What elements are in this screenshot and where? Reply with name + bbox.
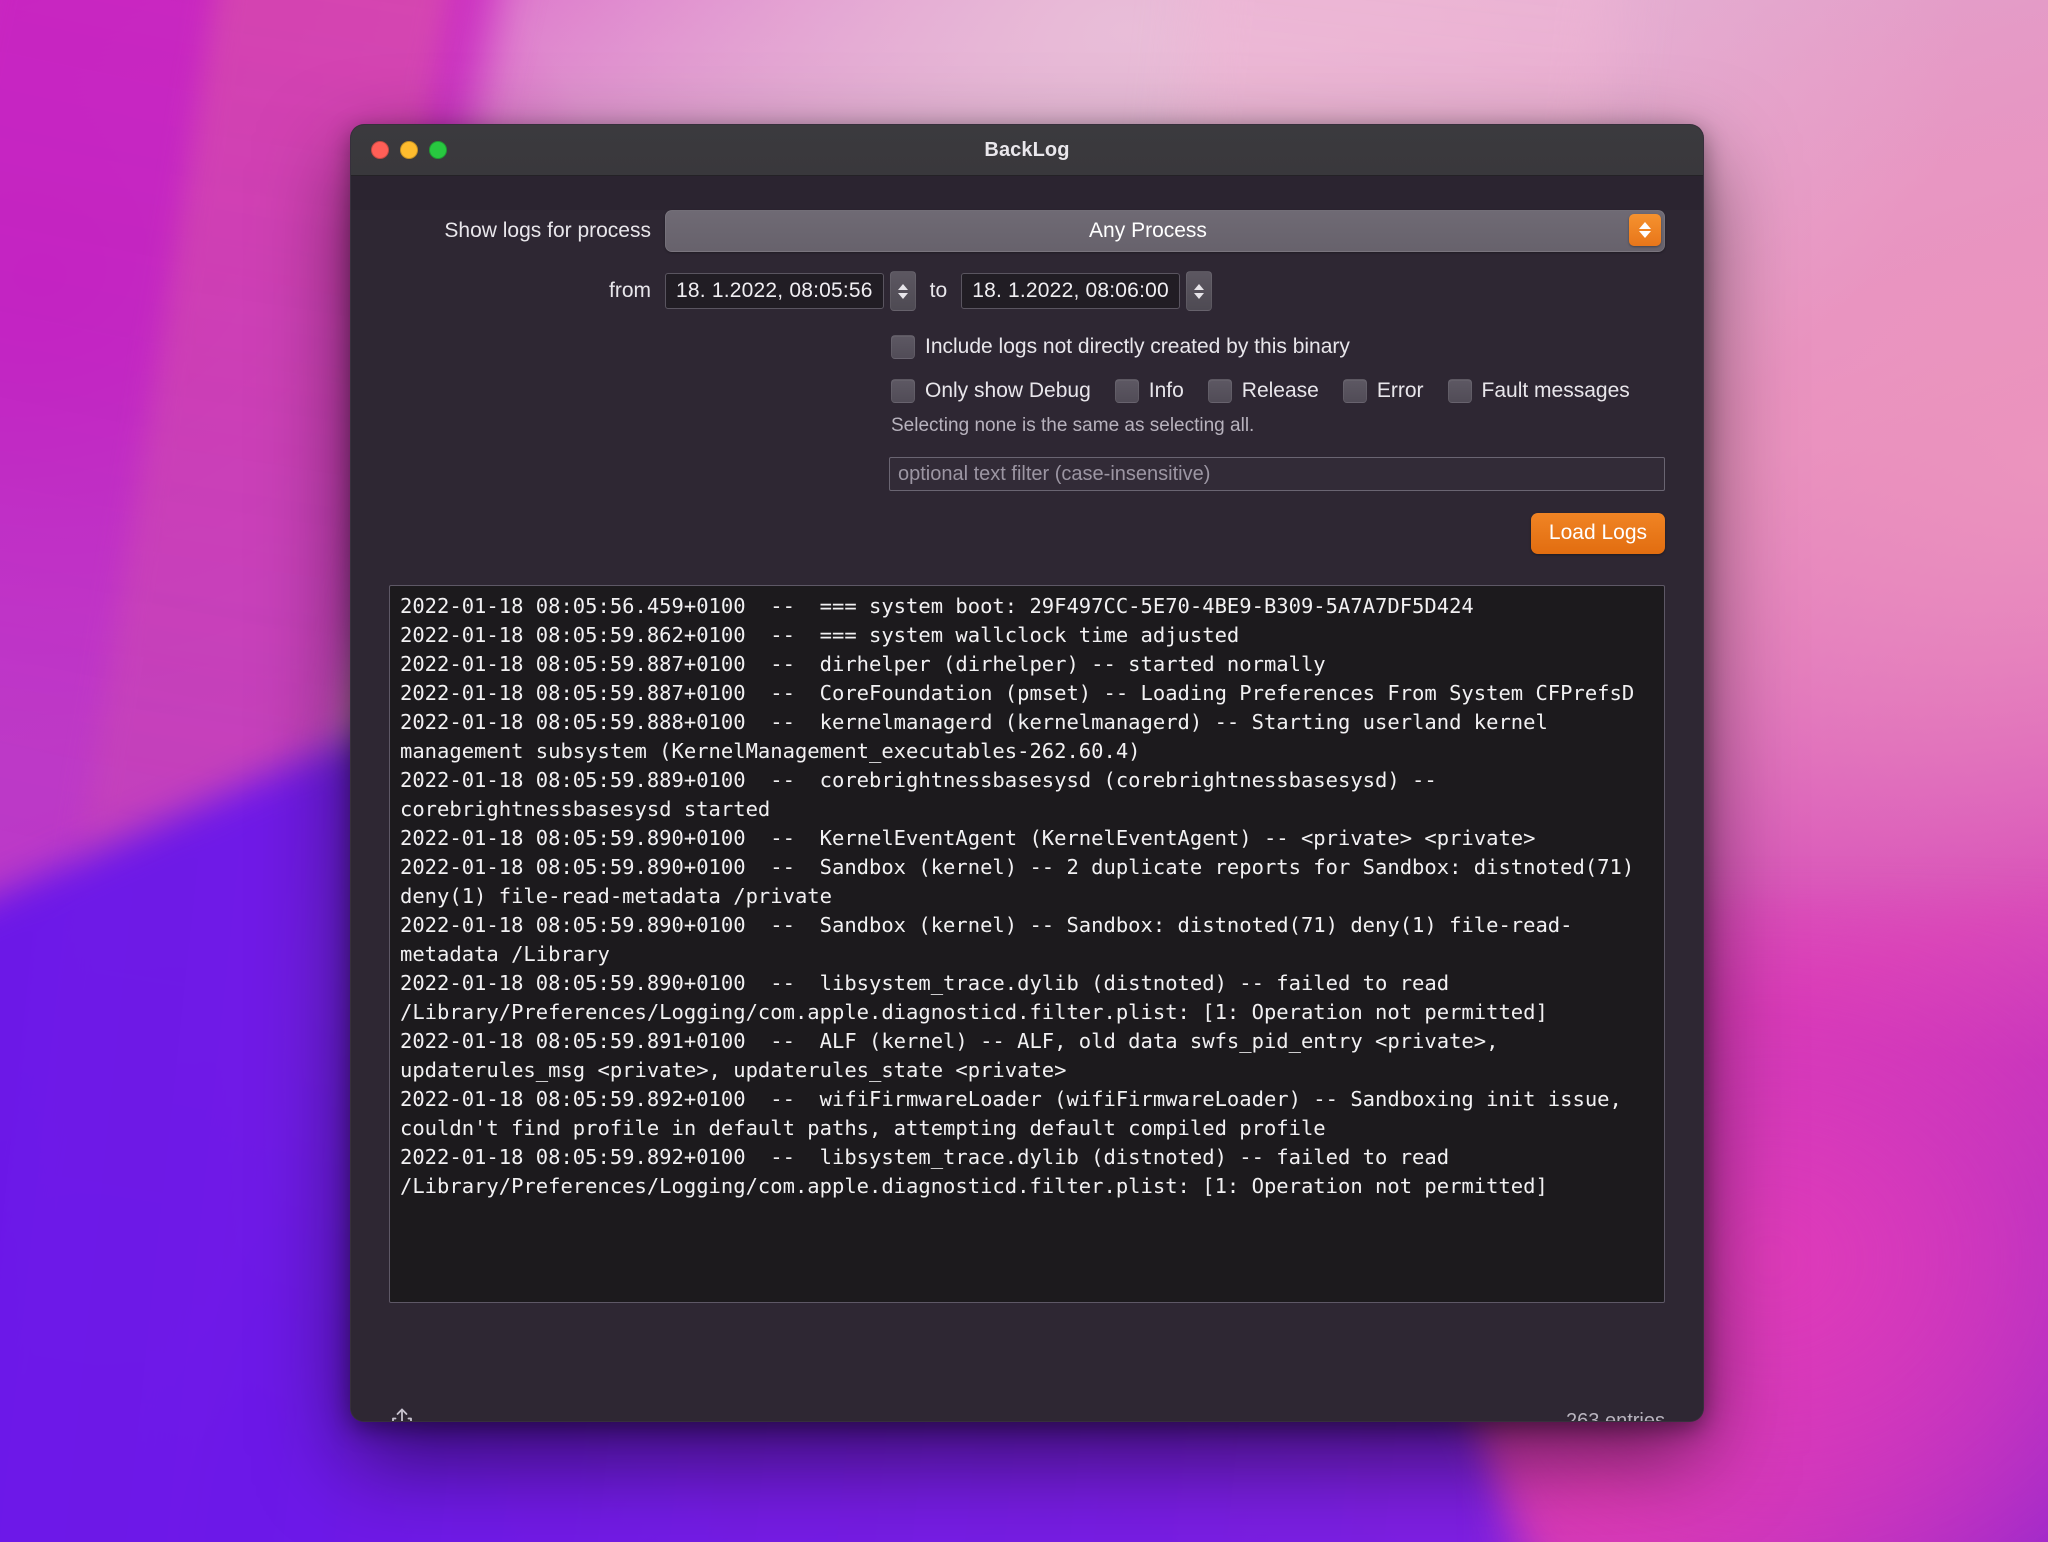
checkbox-info[interactable]: Info	[1114, 379, 1184, 403]
checkbox-label: Only show Debug	[925, 379, 1091, 402]
from-label: from	[609, 279, 651, 302]
zoom-button[interactable]	[429, 141, 447, 159]
from-date-stepper[interactable]	[889, 271, 916, 311]
window-titlebar[interactable]: BackLog	[351, 125, 1703, 176]
checkbox-error[interactable]: Error	[1342, 379, 1424, 403]
window-traffic-lights	[371, 141, 447, 159]
log-output-text: 2022-01-18 08:05:56.459+0100 -- === syst…	[400, 594, 1635, 1198]
chevron-down-icon	[1193, 292, 1204, 299]
chevron-down-icon	[897, 292, 908, 299]
chevron-up-icon	[897, 283, 908, 290]
checkbox-label: Release	[1241, 379, 1319, 402]
checkbox-icon	[1207, 379, 1232, 403]
close-button[interactable]	[371, 141, 389, 159]
checkbox-icon	[891, 335, 915, 359]
checkbox-icon	[891, 379, 915, 403]
text-filter-input[interactable]: optional text filter (case-insensitive)	[889, 457, 1665, 491]
selection-hint: Selecting none is the same as selecting …	[891, 415, 1255, 436]
to-label: to	[929, 279, 948, 302]
window-title: BackLog	[984, 138, 1070, 161]
chevron-up-icon	[1639, 222, 1651, 229]
process-row: Show logs for process Any Process	[351, 210, 1703, 252]
chevron-updown-icon[interactable]	[1629, 214, 1661, 246]
text-filter-placeholder: optional text filter (case-insensitive)	[898, 462, 1211, 485]
window-footer: 263 entries	[351, 1386, 1703, 1422]
text-filter-row: optional text filter (case-insensitive)	[351, 457, 1703, 491]
include-logs-checkbox[interactable]: Include logs not directly created by thi…	[891, 335, 1350, 359]
chevron-down-icon	[1639, 231, 1651, 238]
log-level-checkbox-row: Only show Debug Info Release Error Fault…	[351, 379, 1703, 403]
share-icon[interactable]	[389, 1406, 415, 1421]
to-date-field[interactable]: 18. 1.2022, 08:06:00	[961, 273, 1180, 309]
checkbox-fault-messages[interactable]: Fault messages	[1447, 379, 1630, 403]
date-range-row: from 18. 1.2022, 08:05:56 to 18. 1.2022,…	[351, 271, 1703, 311]
chevron-up-icon	[1193, 283, 1204, 290]
to-date-stepper[interactable]	[1185, 271, 1212, 311]
checkbox-label: Error	[1376, 379, 1424, 402]
checkbox-icon	[1447, 379, 1472, 403]
include-logs-label: Include logs not directly created by thi…	[925, 335, 1350, 358]
log-output-area[interactable]: 2022-01-18 08:05:56.459+0100 -- === syst…	[389, 585, 1665, 1303]
checkbox-label: Info	[1148, 379, 1184, 402]
checkbox-icon	[1114, 379, 1139, 403]
process-select-value: Any Process	[1089, 219, 1207, 242]
entries-count: 263 entries	[1566, 1409, 1665, 1422]
minimize-button[interactable]	[400, 141, 418, 159]
include-logs-row: Include logs not directly created by thi…	[351, 335, 1703, 359]
load-logs-button[interactable]: Load Logs	[1530, 513, 1665, 554]
process-select[interactable]: Any Process	[665, 210, 1665, 252]
checkbox-icon	[1342, 379, 1367, 403]
load-logs-row: Load Logs	[351, 513, 1703, 554]
checkbox-label: Fault messages	[1481, 379, 1630, 402]
from-date-field[interactable]: 18. 1.2022, 08:05:56	[665, 273, 884, 309]
backlog-window: BackLog Show logs for process Any Proces…	[350, 124, 1704, 1422]
checkbox-release[interactable]: Release	[1207, 379, 1319, 403]
process-label: Show logs for process	[444, 219, 651, 242]
window-content: Show logs for process Any Process from 1…	[351, 210, 1703, 1422]
checkbox-only-show-debug[interactable]: Only show Debug	[891, 379, 1091, 403]
selection-hint-row: Selecting none is the same as selecting …	[351, 415, 1703, 437]
